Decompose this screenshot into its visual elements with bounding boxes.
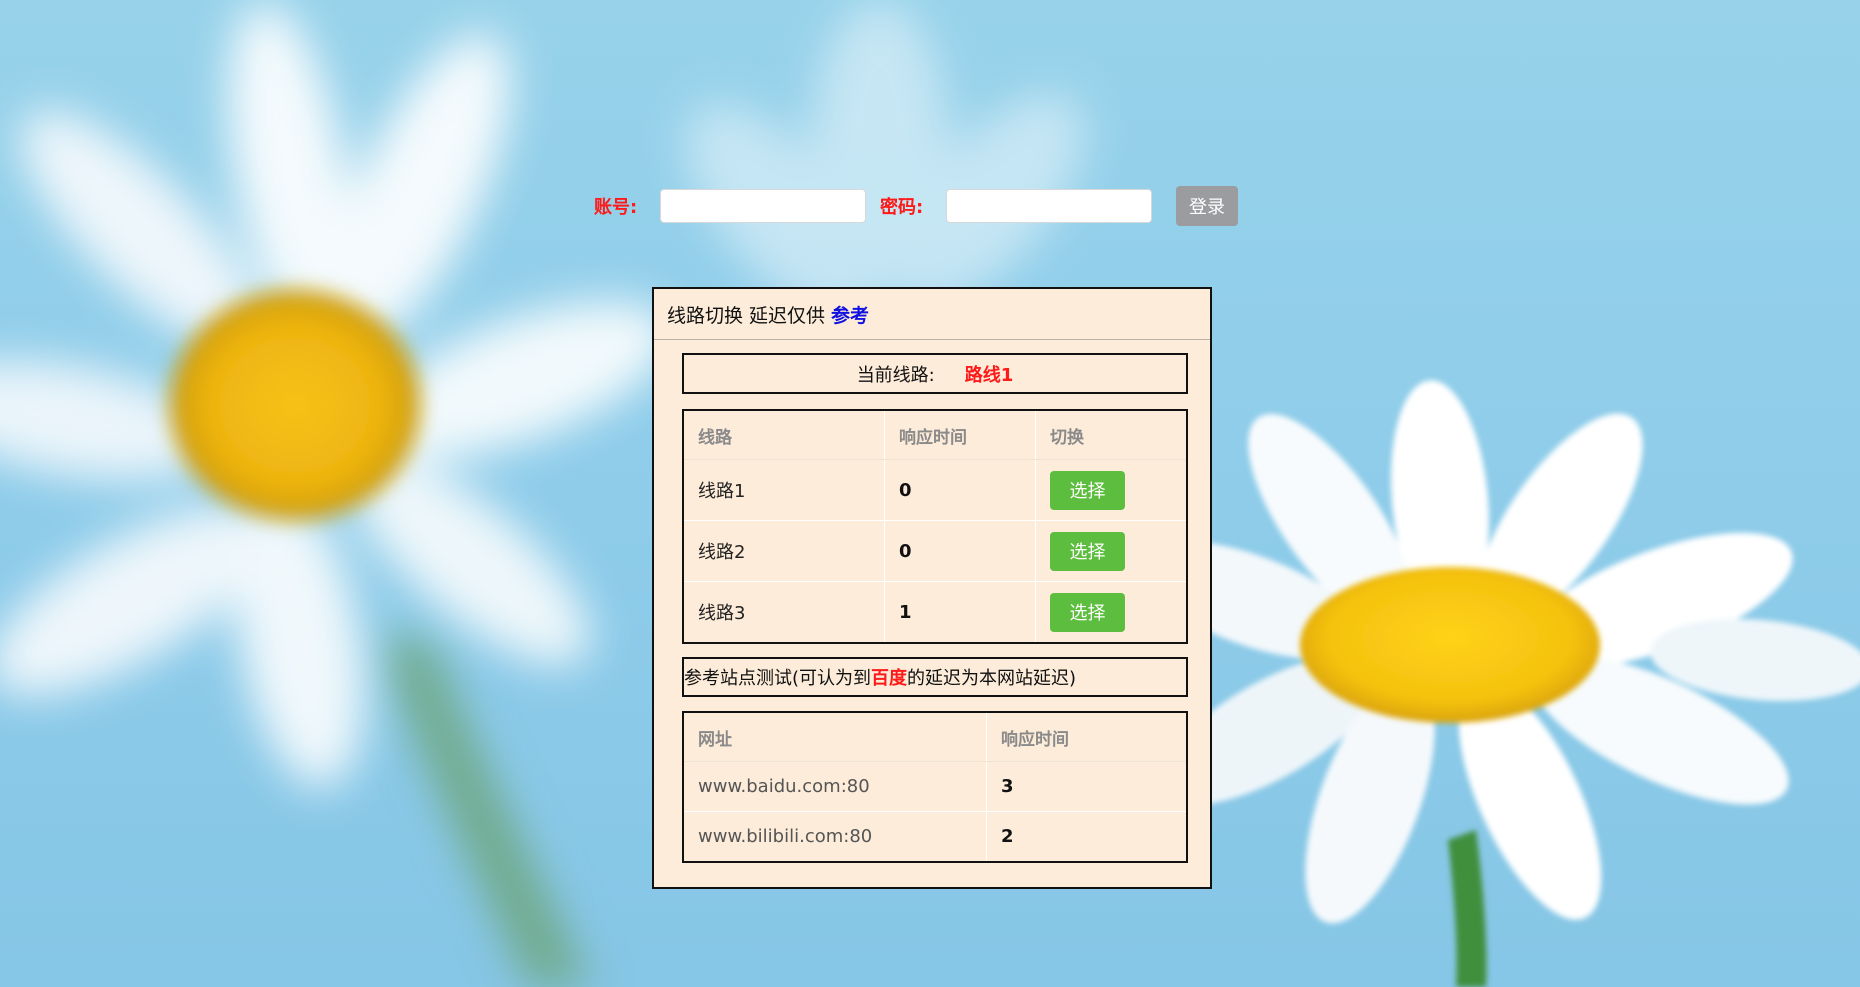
- table-row: 线路2 0 选择: [684, 520, 1186, 582]
- password-label: 密码:: [880, 197, 924, 218]
- panel-title-highlight: 参考: [831, 304, 870, 327]
- current-route-box: 当前线路: 路线1: [682, 353, 1188, 394]
- account-label: 账号:: [594, 197, 638, 218]
- column-header-latency: 响应时间: [884, 411, 1036, 460]
- column-header-latency: 响应时间: [986, 713, 1186, 762]
- current-route-label: 当前线路:: [856, 364, 935, 386]
- table-header-row: 线路 响应时间 切换: [684, 411, 1186, 460]
- column-header-route: 线路: [684, 411, 885, 460]
- login-button[interactable]: 登录: [1176, 186, 1238, 226]
- panel-title: 线路切换 延迟仅供: [667, 304, 826, 327]
- panel-header: 线路切换 延迟仅供 参考: [654, 289, 1210, 340]
- site-latency: 2: [986, 811, 1186, 861]
- select-route-1-button[interactable]: 选择: [1050, 470, 1125, 510]
- route-action-cell: 选择: [1035, 459, 1186, 521]
- route-latency: 0: [884, 459, 1036, 521]
- table-row: 线路1 0 选择: [684, 459, 1186, 521]
- route-name: 线路3: [684, 581, 885, 642]
- route-action-cell: 选择: [1035, 581, 1186, 642]
- route-name: 线路2: [684, 520, 885, 582]
- column-header-switch: 切换: [1035, 411, 1186, 460]
- reference-test-suffix: 的延迟为本网站延迟): [907, 668, 1077, 689]
- route-switch-panel: 线路切换 延迟仅供 参考 当前线路: 路线1 线路 响应时间 切换 线路1 0 …: [652, 287, 1212, 889]
- select-route-3-button[interactable]: 选择: [1050, 592, 1125, 632]
- site-latency: 3: [986, 761, 1186, 812]
- account-input[interactable]: [660, 189, 866, 223]
- table-row: www.baidu.com:80 3: [684, 761, 1186, 812]
- table-row: 线路3 1 选择: [684, 581, 1186, 642]
- reference-test-highlight: 百度: [871, 668, 908, 689]
- route-latency: 0: [884, 520, 1036, 582]
- sites-table: 网址 响应时间 www.baidu.com:80 3 www.bilibili.…: [682, 711, 1188, 863]
- table-header-row: 网址 响应时间: [684, 713, 1186, 762]
- site-url: www.bilibili.com:80: [684, 811, 987, 861]
- site-url: www.baidu.com:80: [684, 761, 987, 812]
- route-latency: 1: [884, 581, 1036, 642]
- password-input[interactable]: [946, 189, 1152, 223]
- column-header-url: 网址: [684, 713, 987, 762]
- route-name: 线路1: [684, 459, 885, 521]
- reference-test-note: 参考站点测试(可认为到 百度 的延迟为本网站延迟): [682, 657, 1188, 697]
- reference-test-prefix: 参考站点测试(可认为到: [684, 668, 872, 689]
- login-bar: 账号: 密码: 登录: [594, 186, 1238, 226]
- table-row: www.bilibili.com:80 2: [684, 811, 1186, 861]
- route-action-cell: 选择: [1035, 520, 1186, 582]
- routes-table: 线路 响应时间 切换 线路1 0 选择 线路2 0 选择 线路3 1 选择: [682, 409, 1188, 644]
- current-route-value: 路线1: [964, 364, 1014, 386]
- select-route-2-button[interactable]: 选择: [1050, 531, 1125, 571]
